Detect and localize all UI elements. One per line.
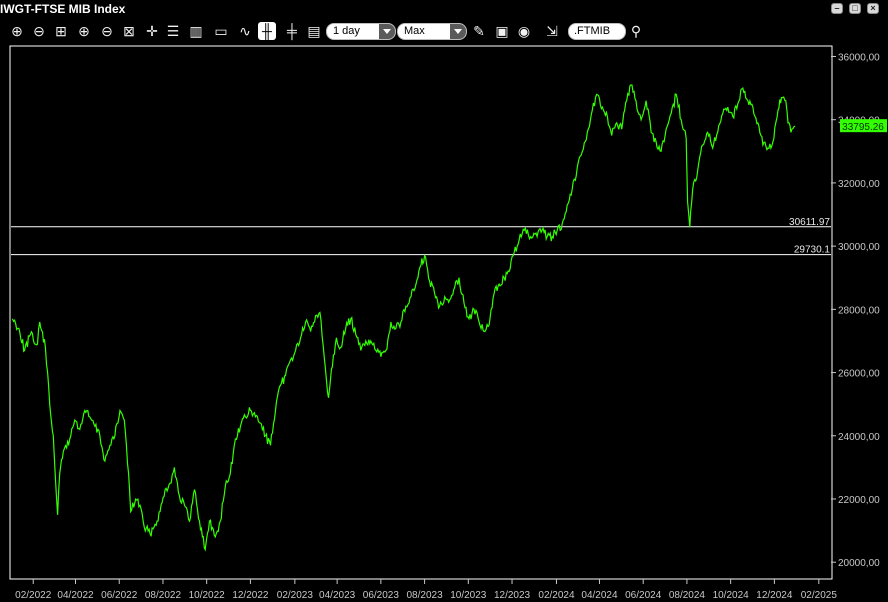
symbol-input[interactable]: .FTMIB	[568, 23, 626, 40]
table-icon[interactable]: ▤	[305, 22, 323, 40]
interval-value: 1 day	[333, 25, 360, 37]
x-tick-label: 10/2022	[189, 590, 226, 601]
price-series-line	[11, 84, 796, 552]
minimize-button[interactable]: –	[831, 3, 843, 14]
plot-area-frame	[9, 45, 833, 580]
x-axis: 02/2022 04/2022 06/2022 08/2022 10/2022 12/20…	[15, 579, 837, 601]
x-tick-label: 04/2022	[57, 590, 94, 601]
search-icon[interactable]: ⚲	[627, 22, 645, 40]
chart-toolbar: ⊕ ⊖ ⊞ ⊕ ⊖ ⊠ ✛ ☰ ▥ ▭ ∿ ╫ ╪ ▤ 1 day Max ✎ …	[0, 18, 888, 45]
x-tick-label: 02/2022	[15, 590, 52, 601]
bars-icon[interactable]: ▥	[187, 22, 205, 40]
x-tick-label: 06/2024	[625, 590, 662, 601]
zoom-reset-icon[interactable]: ⊠	[120, 22, 138, 40]
x-tick-label: 08/2024	[669, 590, 706, 601]
zoom-in-icon[interactable]: ⊕	[8, 22, 26, 40]
refresh-icon[interactable]: ◉	[515, 22, 533, 40]
y-tick-label: 20000,00	[838, 558, 880, 569]
x-tick-label: 12/2024	[756, 590, 793, 601]
x-tick-label: 10/2024	[713, 590, 750, 601]
chevron-down-icon	[450, 24, 466, 39]
horizontal-lines[interactable]: 30611.97 29730.1	[11, 217, 831, 256]
zoom-out-icon[interactable]: ⊖	[30, 22, 48, 40]
y-tick-label: 28000,00	[838, 305, 880, 316]
title-bar: IWGT-FTSE MIB Index – □ ×	[0, 0, 888, 18]
box-icon[interactable]: ▭	[212, 22, 230, 40]
last-value-label: 33795.26	[842, 122, 884, 133]
y-tick-label: 30000,00	[838, 242, 880, 253]
range-value: Max	[404, 25, 425, 37]
x-tick-label: 02/2025	[801, 590, 838, 601]
x-tick-label: 02/2024	[538, 590, 575, 601]
maximize-button[interactable]: □	[849, 3, 861, 14]
y-tick-label: 22000,00	[838, 495, 880, 506]
x-tick-label: 12/2022	[232, 590, 269, 601]
x-tick-label: 08/2022	[145, 590, 182, 601]
list-icon[interactable]: ☰	[164, 22, 182, 40]
zoom-x-in-icon[interactable]: ⊕	[75, 22, 93, 40]
x-tick-label: 04/2023	[319, 590, 356, 601]
close-button[interactable]: ×	[867, 3, 879, 14]
x-tick-label: 06/2023	[363, 590, 400, 601]
zoom-fit-icon[interactable]: ⊞	[52, 22, 70, 40]
y-tick-label: 24000,00	[838, 432, 880, 443]
zoom-x-out-icon[interactable]: ⊖	[98, 22, 116, 40]
export-icon[interactable]: ⇲	[543, 22, 561, 40]
horizontal-line-label: 30611.97	[789, 217, 830, 228]
last-value-marker: 33795.26	[840, 119, 887, 133]
candlestick-icon[interactable]: ╫	[258, 22, 276, 40]
x-tick-label: 04/2024	[581, 590, 618, 601]
crosshair-icon[interactable]: ✛	[143, 22, 161, 40]
drawing-icon[interactable]: ✎	[470, 22, 488, 40]
line-chart-icon[interactable]: ∿	[236, 22, 254, 40]
y-tick-label: 36000,00	[838, 52, 880, 63]
chevron-down-icon	[379, 24, 395, 39]
window-title: IWGT-FTSE MIB Index	[0, 2, 126, 16]
x-tick-label: 02/2023	[277, 590, 314, 601]
ohlc-icon[interactable]: ╪	[283, 22, 301, 40]
x-tick-label: 06/2022	[101, 590, 138, 601]
y-tick-label: 26000,00	[838, 369, 880, 380]
price-chart[interactable]: 20000,00 22000,00 24000,00 26000,00 28000,00…	[0, 45, 888, 602]
y-tick-label: 32000,00	[838, 179, 880, 190]
x-tick-label: 10/2023	[450, 590, 487, 601]
save-icon[interactable]: ▣	[493, 22, 511, 40]
horizontal-line-label: 29730.1	[794, 245, 831, 256]
x-tick-label: 08/2023	[407, 590, 444, 601]
x-tick-label: 12/2023	[494, 590, 531, 601]
interval-dropdown[interactable]: 1 day	[326, 23, 396, 40]
range-dropdown[interactable]: Max	[397, 23, 467, 40]
